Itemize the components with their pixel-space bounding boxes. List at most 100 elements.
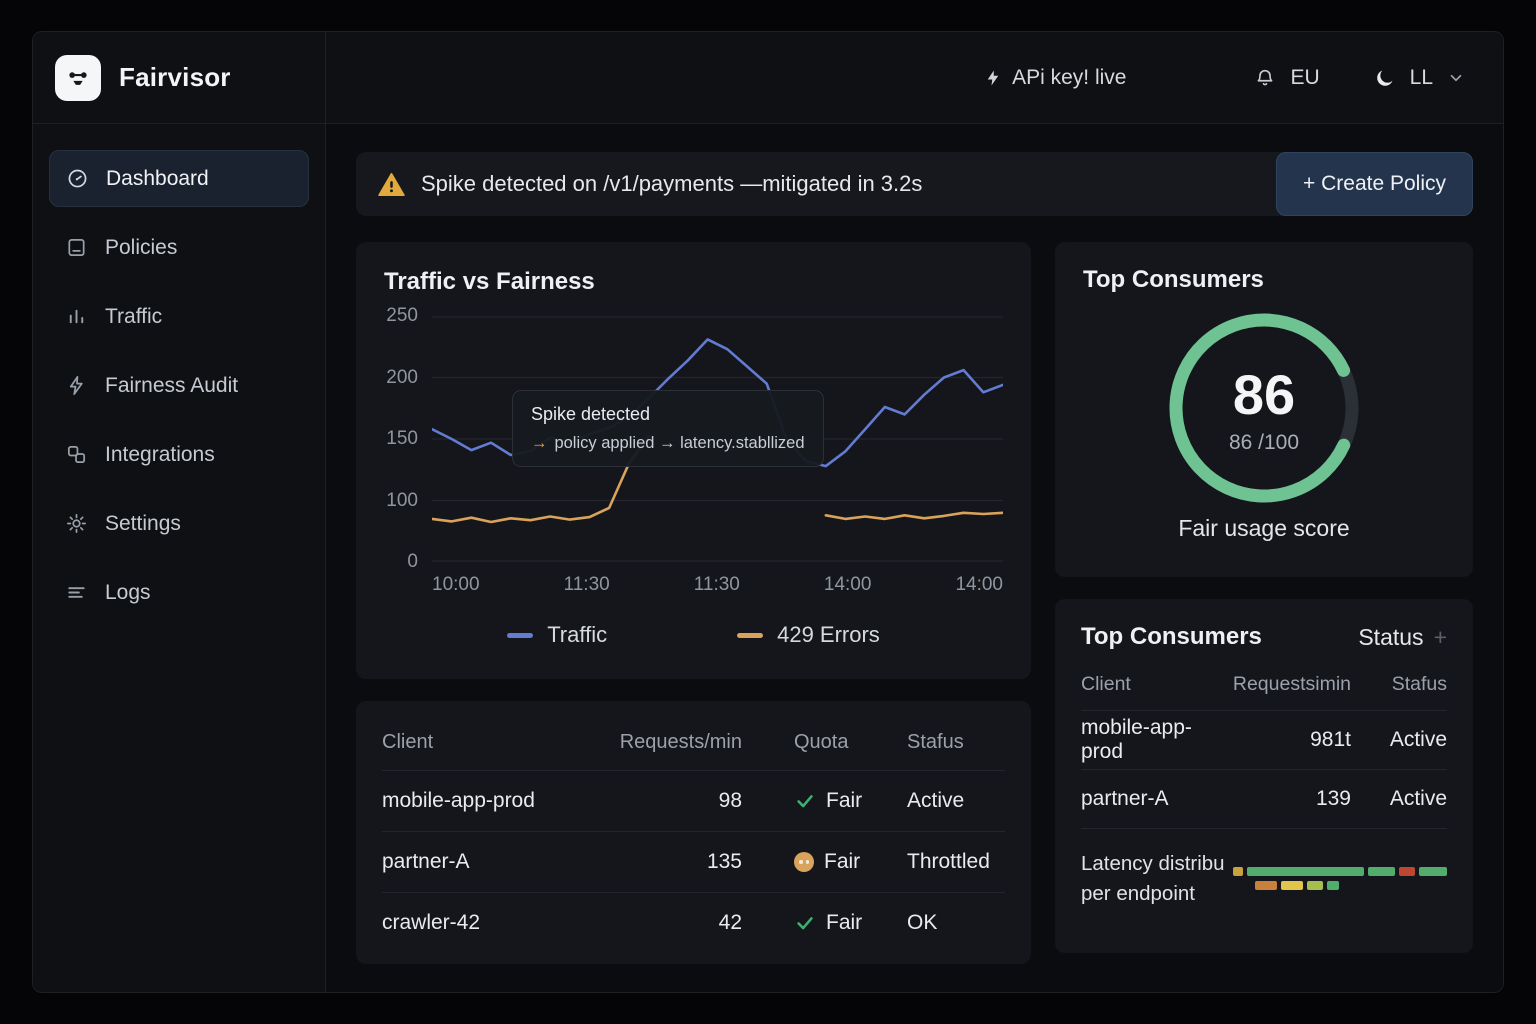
sidebar-item-label: Dashboard xyxy=(106,167,209,191)
latency-distribution: Latency distribu per endpoint xyxy=(1081,849,1447,908)
requests-per-min: 135 xyxy=(607,850,742,874)
create-policy-button[interactable]: + Create Policy xyxy=(1276,152,1473,216)
quota-label: Fair xyxy=(824,850,860,874)
right-column: Top Consumers 86 86 /100 xyxy=(1055,242,1473,964)
region-label[interactable]: EU xyxy=(1290,66,1319,90)
tooltip-arrow-icon: → xyxy=(531,434,548,452)
client-name: partner-A xyxy=(1081,787,1231,811)
sidebar-item-fairness-audit[interactable]: Fairness Audit xyxy=(49,357,309,414)
client-table-card: Client Requests/min Quota Stafus mobile-… xyxy=(356,701,1031,964)
traffic-bars-icon xyxy=(65,305,88,328)
brand: Fairvisor xyxy=(33,32,326,123)
sidebar-item-label: Integrations xyxy=(105,443,215,467)
sidebar-item-settings[interactable]: Settings xyxy=(49,495,309,552)
table-row[interactable]: mobile-app-prod 98 Fair Active xyxy=(382,770,1005,831)
col-quota: Quota xyxy=(742,731,907,754)
sidebar-item-label: Policies xyxy=(105,236,177,260)
main-content: Spike detected on /v1/payments —mitigate… xyxy=(326,124,1503,992)
sidebar-item-integrations[interactable]: Integrations xyxy=(49,426,309,483)
status-action-button[interactable]: Status+ xyxy=(1358,624,1447,651)
col-status: Stafus xyxy=(907,731,1005,754)
api-key-label: APi key! live xyxy=(1012,66,1126,90)
table-row[interactable]: partner-A 135 Fair Throttled xyxy=(382,831,1005,892)
consumers-card-header: Top Consumers Status+ xyxy=(1081,623,1447,651)
settings-gear-icon xyxy=(65,512,88,535)
status-badge: Active xyxy=(1351,728,1447,752)
app-title: Fairvisor xyxy=(119,62,231,93)
user-menu[interactable]: LL xyxy=(1374,66,1465,90)
quota-cell: Fair xyxy=(742,911,907,935)
topbar-right: APi key! live EU LL xyxy=(326,32,1503,123)
fair-usage-gauge: 86 86 /100 xyxy=(1156,300,1372,521)
table-row[interactable]: partner-A 139 Active xyxy=(1081,770,1447,829)
topbar: Fairvisor APi key! live EU xyxy=(33,32,1503,124)
moon-icon[interactable] xyxy=(1374,67,1396,89)
chart-title: Traffic vs Fairness xyxy=(384,268,1003,296)
chart-x-axis-labels: 10:0011:3011:3014:0014:00 xyxy=(432,574,1003,596)
chart-area: 2502001501000 Spike detected →policy app… xyxy=(384,316,1003,596)
requests-per-min: 98 xyxy=(607,789,742,813)
chart-legend: Traffic 429 Errors xyxy=(384,622,1003,648)
tooltip-title: Spike detected xyxy=(531,404,805,425)
traffic-legend-swatch xyxy=(507,633,533,638)
col-status: Stafus xyxy=(1351,673,1447,696)
policies-icon xyxy=(65,236,88,259)
col-client: Client xyxy=(382,731,607,754)
user-initials: LL xyxy=(1410,66,1433,90)
sidebar-item-traffic[interactable]: Traffic xyxy=(49,288,309,345)
client-name: crawler-42 xyxy=(382,911,607,935)
sidebar-item-dashboard[interactable]: Dashboard xyxy=(49,150,309,207)
quota-label: Fair xyxy=(826,789,862,813)
chart-plot: Spike detected →policy applied → latency… xyxy=(432,316,1003,562)
integrations-icon xyxy=(65,443,88,466)
fair-usage-gauge-card: Top Consumers 86 86 /100 xyxy=(1055,242,1473,577)
tooltip-detail: →policy applied → latency.stabllized xyxy=(531,434,805,453)
content-columns: Traffic vs Fairness 2502001501000 Spike … xyxy=(356,242,1473,964)
errors-legend-swatch xyxy=(737,633,763,638)
quota-label: Fair xyxy=(826,911,862,935)
dashboard-gauge-icon xyxy=(66,167,89,190)
status-badge: Active xyxy=(907,789,1005,813)
latency-label: Latency distribu per endpoint xyxy=(1081,849,1225,908)
legend-item-traffic: Traffic xyxy=(507,622,607,648)
check-icon xyxy=(794,790,816,812)
quota-cell: Fair xyxy=(742,789,907,813)
col-requests: Requestsimin xyxy=(1231,673,1351,696)
gauge-readout: 86 86 /100 xyxy=(1156,300,1372,521)
alert-message: Spike detected on /v1/payments —mitigate… xyxy=(421,171,1260,197)
latency-bar xyxy=(1255,881,1447,890)
client-name: partner-A xyxy=(382,850,607,874)
app-window: Fairvisor APi key! live EU xyxy=(32,31,1504,993)
sidebar: Dashboard Policies Traffic Fairness Audi… xyxy=(33,124,326,992)
plus-icon: + xyxy=(1434,624,1447,650)
sidebar-item-label: Logs xyxy=(105,581,151,605)
chevron-down-icon[interactable] xyxy=(1447,69,1465,87)
status-badge: OK xyxy=(907,911,1005,935)
chart-y-axis-labels: 2502001501000 xyxy=(384,316,432,562)
api-key-status: APi key! live xyxy=(984,66,1126,90)
gauge-card-title: Top Consumers xyxy=(1083,266,1445,294)
col-client: Client xyxy=(1081,673,1231,696)
status-badge: Active xyxy=(1351,787,1447,811)
latency-bars xyxy=(1233,867,1447,890)
consumers-table-header: Client Requestsimin Stafus xyxy=(1081,651,1447,711)
table-row[interactable]: crawler-42 42 Fair OK xyxy=(382,892,1005,953)
requests-per-min: 42 xyxy=(607,911,742,935)
sidebar-item-logs[interactable]: Logs xyxy=(49,564,309,621)
check-icon xyxy=(794,912,816,934)
legend-item-429-errors: 429 Errors xyxy=(737,622,880,648)
sidebar-item-policies[interactable]: Policies xyxy=(49,219,309,276)
requests-value: 981t xyxy=(1231,728,1351,752)
client-name: mobile-app-prod xyxy=(382,789,607,813)
warning-triangle-icon xyxy=(378,172,405,197)
notifications-bell-icon[interactable] xyxy=(1254,67,1276,89)
logs-icon xyxy=(65,581,88,604)
requests-value: 139 xyxy=(1231,787,1351,811)
quota-cell: Fair xyxy=(742,850,907,874)
bolt-icon xyxy=(984,68,1002,88)
col-requests-min: Requests/min xyxy=(607,731,742,754)
top-consumers-card: Top Consumers Status+ Client Requestsimi… xyxy=(1055,599,1473,953)
table-row[interactable]: mobile-app-prod 981t Active xyxy=(1081,711,1447,770)
app-logo-icon xyxy=(55,55,101,101)
gauge-score: 86 xyxy=(1233,367,1295,423)
